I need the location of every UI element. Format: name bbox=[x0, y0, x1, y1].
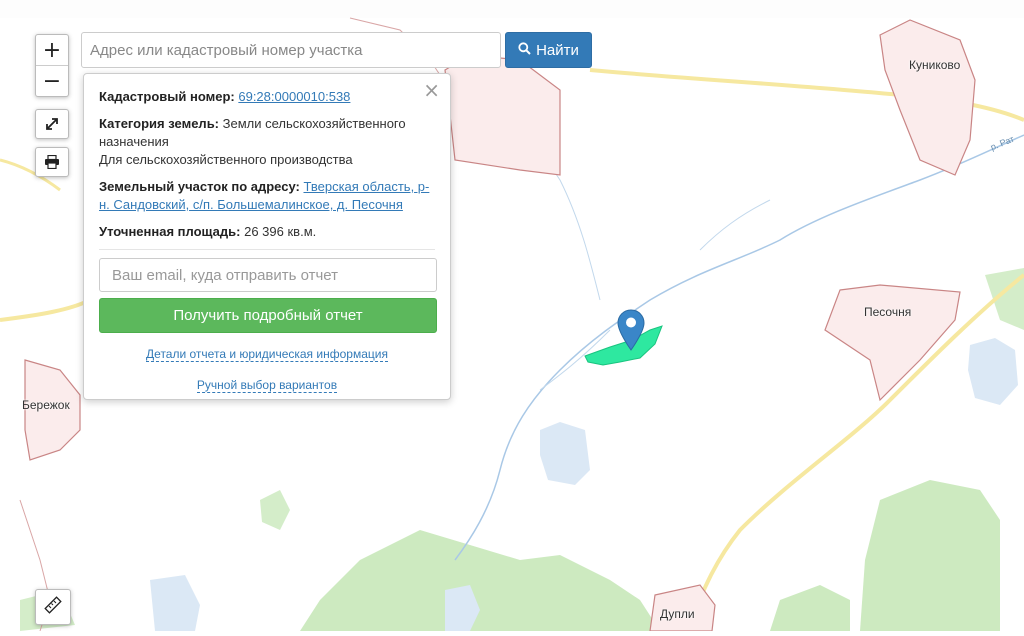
lake bbox=[540, 422, 590, 485]
address-label: Земельный участок по адресу: bbox=[99, 179, 300, 194]
ruler-button[interactable] bbox=[35, 589, 71, 625]
zoom-control: + − bbox=[35, 34, 69, 97]
address-row: Земельный участок по адресу: Тверская об… bbox=[99, 178, 435, 214]
print-button[interactable] bbox=[35, 147, 69, 177]
ruler-icon bbox=[44, 595, 62, 619]
map-marker-icon[interactable] bbox=[617, 309, 645, 351]
zoom-out-button[interactable]: − bbox=[36, 65, 68, 96]
search-input[interactable] bbox=[81, 32, 501, 68]
zoom-in-button[interactable]: + bbox=[36, 35, 68, 65]
fullscreen-button[interactable] bbox=[35, 109, 69, 139]
expand-icon bbox=[36, 110, 68, 138]
place-label-berezhok: Бережок bbox=[22, 398, 70, 412]
search-icon bbox=[518, 41, 531, 59]
search-button-label: Найти bbox=[536, 41, 579, 59]
close-icon[interactable]: × bbox=[423, 80, 440, 100]
report-details-link[interactable]: Детали отчета и юридическая информация bbox=[146, 347, 388, 362]
place-label-pesochnya: Песочня bbox=[864, 305, 912, 319]
popup-divider bbox=[99, 249, 435, 250]
email-input[interactable] bbox=[99, 258, 437, 292]
manual-link-row: Ручной выбор вариантов bbox=[99, 376, 435, 394]
land-usage-value: Для сельскохозяйственного производства bbox=[99, 152, 353, 167]
details-link-row: Детали отчета и юридическая информация bbox=[99, 345, 435, 363]
manual-selection-link[interactable]: Ручной выбор вариантов bbox=[196, 378, 338, 393]
forest-area bbox=[860, 480, 1000, 631]
cadastral-number-row: Кадастровый номер: 69:28:0000010:538 bbox=[99, 88, 435, 106]
parcel-info-popup: × Кадастровый номер: 69:28:0000010:538 К… bbox=[83, 73, 451, 400]
get-report-button[interactable]: Получить подробный отчет bbox=[99, 298, 437, 333]
land-category-row: Категория земель: Земли сельскохозяйстве… bbox=[99, 115, 435, 169]
area-row: Уточненная площадь: 26 396 кв.м. bbox=[99, 223, 435, 241]
place-label-kunikovo: Куниково bbox=[909, 58, 961, 72]
printer-icon bbox=[36, 148, 68, 176]
cadastral-number-label: Кадастровый номер: bbox=[99, 89, 235, 104]
search-button[interactable]: Найти bbox=[505, 32, 592, 68]
area-label: Уточненная площадь: bbox=[99, 224, 241, 239]
land-category-label: Категория земель: bbox=[99, 116, 220, 131]
area-value: 26 396 кв.м. bbox=[244, 224, 317, 239]
cadastral-number-link[interactable]: 69:28:0000010:538 bbox=[238, 89, 350, 104]
place-label-dupli: Дупли bbox=[660, 607, 695, 621]
